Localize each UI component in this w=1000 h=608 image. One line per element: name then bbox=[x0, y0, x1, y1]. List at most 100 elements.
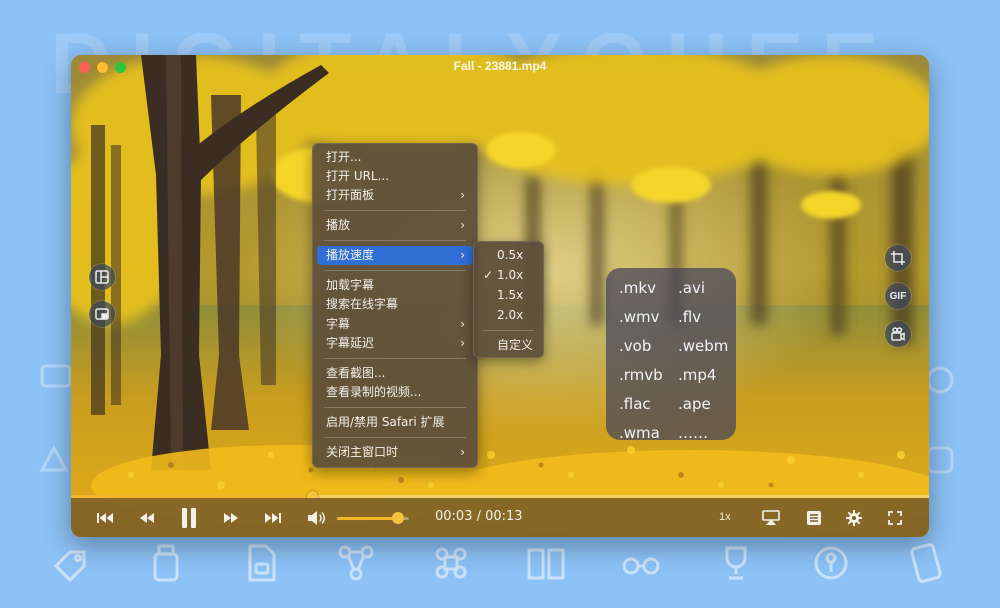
volume-fill bbox=[337, 517, 399, 520]
rewind-button[interactable] bbox=[135, 498, 159, 537]
menu-item-label: 打开 URL... bbox=[326, 169, 390, 183]
gif-icon: GIF bbox=[889, 290, 907, 302]
menu-item-label: 字幕延迟 bbox=[326, 336, 375, 350]
picture-in-picture-button[interactable] bbox=[89, 301, 115, 327]
trophy-icon bbox=[725, 546, 747, 580]
format-label: .webm bbox=[678, 337, 729, 355]
format-label: .wmv bbox=[619, 308, 660, 326]
network-nodes-icon bbox=[338, 545, 374, 581]
format-label: .flv bbox=[678, 308, 702, 326]
speed-option-2-0x[interactable]: 2.0x bbox=[477, 306, 540, 325]
menu-separator bbox=[324, 358, 466, 359]
playlist-button[interactable] bbox=[802, 498, 826, 537]
checkmark-icon: ✓ bbox=[483, 268, 494, 282]
record-video-icon bbox=[891, 327, 905, 341]
format-label: .flac bbox=[619, 395, 651, 413]
airplay-button[interactable] bbox=[759, 498, 783, 537]
format-label: .rmvb bbox=[619, 366, 663, 384]
menu-separator bbox=[324, 240, 466, 241]
skip-to-start-button[interactable] bbox=[93, 498, 117, 537]
volume-slider-knob[interactable] bbox=[392, 512, 405, 524]
context-menu: 打开... 打开 URL... 打开面板 › 播放 › 播放速度 › 加载字幕 搜索在… bbox=[312, 143, 478, 468]
crop-screenshot-icon bbox=[891, 251, 905, 265]
menu-item-playback-speed[interactable]: 播放速度 › bbox=[317, 246, 473, 265]
supported-formats-panel: .mkv .avi .wmv .flv .vob .webm .rmvb .mp… bbox=[606, 268, 736, 442]
chevron-right-icon: › bbox=[460, 317, 465, 331]
speed-option-1-5x[interactable]: 1.5x bbox=[477, 286, 540, 305]
menu-item-toggle-safari-extension[interactable]: 启用/禁用 Safari 扩展 bbox=[317, 413, 473, 432]
gif-button[interactable]: GIF bbox=[885, 283, 911, 309]
menu-item-subtitles[interactable]: 字幕 › bbox=[317, 315, 473, 334]
time-display: 00:03 / 00:13 bbox=[435, 509, 523, 524]
speed-option-label: 1.5x bbox=[497, 288, 524, 302]
menu-item-play[interactable]: 播放 › bbox=[317, 216, 473, 235]
format-label: .mkv bbox=[619, 279, 656, 297]
format-label: .avi bbox=[678, 279, 706, 297]
settings-icon bbox=[846, 509, 862, 526]
background-icon-row bbox=[40, 540, 970, 600]
price-tag-icon bbox=[910, 543, 942, 583]
speed-option-1-0x[interactable]: ✓ 1.0x bbox=[477, 266, 540, 285]
file-lock-icon bbox=[248, 544, 276, 582]
format-label: .ape bbox=[678, 395, 711, 413]
menu-item-open-panel[interactable]: 打开面板 › bbox=[317, 186, 473, 205]
menu-separator bbox=[324, 407, 466, 408]
decorative-background-icon bbox=[39, 444, 69, 472]
chevron-right-icon: › bbox=[460, 218, 465, 232]
title-bar: Fall - 23881.mp4 bbox=[71, 55, 929, 79]
fast-forward-icon bbox=[224, 512, 238, 523]
fullscreen-button[interactable] bbox=[883, 498, 907, 537]
command-key-icon bbox=[435, 547, 467, 579]
skip-to-end-icon bbox=[265, 512, 281, 523]
menu-item-label: 启用/禁用 Safari 扩展 bbox=[326, 415, 445, 429]
volume-button[interactable] bbox=[305, 498, 329, 537]
picture-in-picture-icon bbox=[95, 308, 109, 320]
format-label: .mp4 bbox=[678, 366, 717, 384]
menu-item-view-screenshots[interactable]: 查看截图... bbox=[317, 364, 473, 383]
menu-item-load-subtitles[interactable]: 加载字幕 bbox=[317, 276, 473, 295]
menu-item-open[interactable]: 打开... bbox=[317, 148, 473, 167]
skip-to-end-button[interactable] bbox=[261, 498, 285, 537]
skip-to-start-icon bbox=[97, 512, 113, 523]
playback-speed-submenu: 0.5x ✓ 1.0x 1.5x 2.0x 自定义 bbox=[473, 241, 544, 358]
menu-item-label: 播放速度 bbox=[326, 248, 375, 262]
fullscreen-icon bbox=[888, 510, 902, 525]
window-title: Fall - 23881.mp4 bbox=[453, 59, 547, 73]
volume-icon bbox=[308, 510, 325, 525]
format-label: …… bbox=[678, 424, 708, 442]
menu-item-view-recorded-videos[interactable]: 查看录制的视频... bbox=[317, 383, 473, 402]
menu-item-label: 播放 bbox=[326, 218, 351, 232]
menu-item-open-url[interactable]: 打开 URL... bbox=[317, 167, 473, 186]
decorative-background-icon bbox=[40, 364, 72, 388]
menu-item-on-close-main-window[interactable]: 关闭主窗口时 › bbox=[317, 443, 473, 462]
control-bar: 00:03 / 00:13 1x bbox=[71, 498, 929, 537]
fast-forward-button[interactable] bbox=[219, 498, 243, 537]
tag-icon bbox=[53, 550, 86, 583]
pause-button[interactable] bbox=[174, 498, 204, 537]
pause-icon bbox=[182, 507, 196, 528]
crop-screenshot-button[interactable] bbox=[885, 245, 911, 271]
layout-panel-button[interactable] bbox=[89, 264, 115, 290]
menu-item-label: 查看录制的视频... bbox=[326, 385, 422, 399]
speed-option-0-5x[interactable]: 0.5x bbox=[477, 246, 540, 265]
record-video-button[interactable] bbox=[885, 321, 911, 347]
menu-separator bbox=[483, 330, 534, 331]
glasses-icon bbox=[622, 557, 660, 575]
airplay-icon bbox=[762, 509, 780, 525]
menu-item-search-online-subtitles[interactable]: 搜索在线字幕 bbox=[317, 295, 473, 314]
speed-option-custom[interactable]: 自定义 bbox=[477, 336, 540, 355]
key-icon bbox=[814, 546, 848, 580]
menu-item-label: 打开... bbox=[326, 150, 362, 164]
menu-item-subtitle-delay[interactable]: 字幕延迟 › bbox=[317, 334, 473, 353]
menu-item-label: 关闭主窗口时 bbox=[326, 445, 399, 459]
format-label: .vob bbox=[619, 337, 652, 355]
speed-indicator-button[interactable]: 1x bbox=[719, 511, 731, 523]
menu-separator bbox=[324, 437, 466, 438]
menu-item-label: 查看截图... bbox=[326, 366, 386, 380]
menu-separator bbox=[324, 270, 466, 271]
chevron-right-icon: › bbox=[460, 188, 465, 202]
playlist-icon bbox=[807, 510, 821, 525]
speed-option-label: 2.0x bbox=[497, 308, 524, 322]
menu-separator bbox=[324, 210, 466, 211]
settings-button[interactable] bbox=[842, 498, 866, 537]
